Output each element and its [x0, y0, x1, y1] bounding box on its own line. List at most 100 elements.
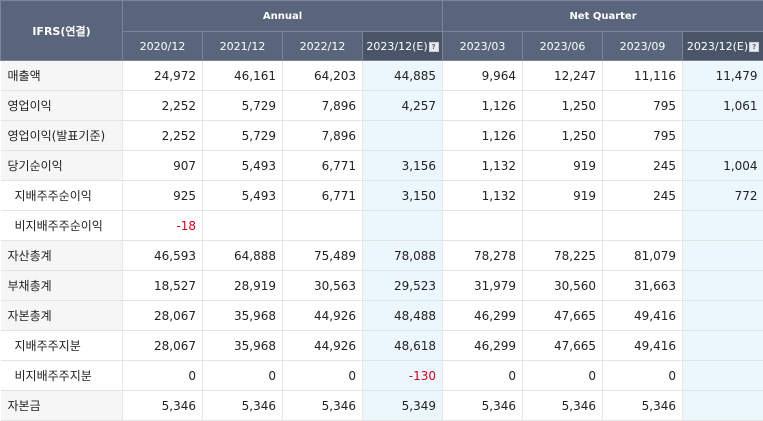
- annual-value-cell: 75,489: [282, 240, 363, 271]
- help-icon[interactable]: ?: [749, 41, 760, 52]
- period-label: 2020/12: [139, 39, 186, 53]
- annual-value-cell: 5,346: [202, 390, 283, 421]
- quarter-value-cell: 31,979: [442, 270, 523, 301]
- row-label: 비지배주주순이익: [0, 210, 123, 241]
- quarter-value-cell: 1,126: [442, 90, 523, 121]
- table-row: 부채총계 18,527 28,919 30,563 29,523 31,979 30,560…: [0, 270, 763, 301]
- row-label: 지배주주순이익: [0, 180, 123, 211]
- quarter-period-header: 2023/06: [522, 31, 604, 61]
- quarter-value-cell: 0: [442, 360, 523, 391]
- quarter-value-cell: 78,278: [442, 240, 523, 271]
- quarter-value-cell: 5,346: [442, 390, 523, 421]
- table-row: 영업이익(발표기준) 2,252 5,729 7,896 1,126 1,250 795: [0, 120, 763, 151]
- quarter-value-cell: [682, 270, 763, 301]
- annual-value-cell: 28,067: [122, 300, 203, 331]
- annual-period-header: 2022/12: [282, 31, 363, 61]
- quarter-value-cell: 1,061: [682, 90, 763, 121]
- quarter-value-cell: 245: [602, 180, 683, 211]
- quarter-value-cell: 919: [522, 180, 603, 211]
- quarter-period-header: 2023/09: [602, 31, 684, 61]
- quarter-value-cell: 78,225: [522, 240, 603, 271]
- quarter-value-cell: 919: [522, 150, 603, 181]
- annual-value-cell: -130: [361, 360, 443, 391]
- row-label: 매출액: [0, 60, 123, 91]
- annual-value-cell: 35,968: [202, 330, 283, 361]
- annual-period-header: 2021/12: [202, 31, 283, 61]
- annual-value-cell: 24,972: [122, 60, 203, 91]
- annual-value-cell: 5,349: [361, 390, 443, 421]
- quarter-value-cell: 5,346: [602, 390, 683, 421]
- row-label: 당기순이익: [0, 150, 123, 181]
- row-label: 부채총계: [0, 270, 123, 301]
- quarter-value-cell: [442, 210, 523, 241]
- quarter-value-cell: 11,479: [682, 60, 763, 91]
- annual-value-cell: 3,150: [361, 180, 443, 211]
- quarter-value-cell: [682, 240, 763, 271]
- quarter-value-cell: 46,299: [442, 300, 523, 331]
- annual-value-cell: 5,493: [202, 150, 283, 181]
- annual-value-cell: 48,618: [361, 330, 443, 361]
- quarter-value-cell: 11,116: [602, 60, 683, 91]
- annual-value-cell: 30,563: [282, 270, 363, 301]
- quarter-value-cell: 1,004: [682, 150, 763, 181]
- table-row: 자본총계 28,067 35,968 44,926 48,488 46,299 47,665…: [0, 300, 763, 331]
- quarter-value-cell: [682, 210, 763, 241]
- row-label: 자본총계: [0, 300, 123, 331]
- annual-value-cell: 6,771: [282, 180, 363, 211]
- period-label: 2021/12: [219, 39, 266, 53]
- annual-value-cell: 907: [122, 150, 203, 181]
- table-row: 비지배주주순이익 -18: [0, 210, 763, 241]
- period-label: 2022/12: [299, 39, 346, 53]
- quarter-value-cell: 30,560: [522, 270, 603, 301]
- annual-value-cell: 78,088: [361, 240, 443, 271]
- quarter-value-cell: 795: [602, 90, 683, 121]
- quarter-value-cell: 1,250: [522, 120, 603, 151]
- quarter-value-cell: [682, 120, 763, 151]
- quarter-value-cell: [522, 210, 603, 241]
- annual-value-cell: 4,257: [361, 90, 443, 121]
- annual-value-cell: 0: [122, 360, 203, 391]
- table-row: 비지배주주지분 0 0 0 -130 0 0 0: [0, 360, 763, 391]
- quarter-value-cell: 46,299: [442, 330, 523, 361]
- annual-value-cell: [361, 120, 443, 151]
- annual-value-cell: 5,346: [122, 390, 203, 421]
- annual-value-cell: 64,888: [202, 240, 283, 271]
- annual-group-header: Annual: [121, 0, 444, 32]
- annual-value-cell: 5,729: [202, 120, 283, 151]
- row-label: 영업이익(발표기준): [0, 120, 123, 151]
- quarter-value-cell: 1,132: [442, 150, 523, 181]
- quarter-period-header: 2023/12(E)?: [682, 31, 763, 61]
- annual-value-cell: 64,203: [282, 60, 363, 91]
- annual-value-cell: 28,919: [202, 270, 283, 301]
- quarter-value-cell: [682, 360, 763, 391]
- period-label: 2023/03: [459, 39, 506, 53]
- header-group-row: IFRS(연결) Annual Net Quarter: [0, 0, 763, 61]
- row-label: 비지배주주지분: [0, 360, 123, 391]
- row-label: 지배주주지분: [0, 330, 123, 361]
- annual-value-cell: 18,527: [122, 270, 203, 301]
- quarter-value-cell: 31,663: [602, 270, 683, 301]
- annual-value-cell: 29,523: [361, 270, 443, 301]
- annual-value-cell: [202, 210, 283, 241]
- period-label: 2023/12(E): [366, 39, 428, 53]
- table-row: 자본금 5,346 5,346 5,346 5,349 5,346 5,346 5,346: [0, 390, 763, 421]
- annual-value-cell: 7,896: [282, 120, 363, 151]
- annual-period-header: 2023/12(E)?: [361, 31, 444, 61]
- quarter-value-cell: [682, 330, 763, 361]
- table-row: 지배주주지분 28,067 35,968 44,926 48,618 46,299 47,6…: [0, 330, 763, 361]
- period-label: 2023/06: [539, 39, 586, 53]
- table-row: 자산총계 46,593 64,888 75,489 78,088 78,278 78,225…: [0, 240, 763, 271]
- help-icon[interactable]: ?: [428, 41, 439, 52]
- table-row: 영업이익 2,252 5,729 7,896 4,257 1,126 1,250 795 1,0…: [0, 90, 763, 121]
- row-label: 자본금: [0, 390, 123, 421]
- quarter-value-cell: 49,416: [602, 330, 683, 361]
- annual-period-header: 2020/12: [122, 31, 203, 61]
- period-label: 2023/12(E): [686, 39, 749, 53]
- period-label: 2023/09: [619, 39, 666, 53]
- quarter-value-cell: 1,250: [522, 90, 603, 121]
- table-header: IFRS(연결) Annual Net Quarter 2020/12 2021/…: [0, 0, 763, 61]
- table-row: 당기순이익 907 5,493 6,771 3,156 1,132 919 245 1,004: [0, 150, 763, 181]
- quarter-value-cell: 81,079: [602, 240, 683, 271]
- annual-value-cell: 28,067: [122, 330, 203, 361]
- annual-value-cell: [361, 210, 443, 241]
